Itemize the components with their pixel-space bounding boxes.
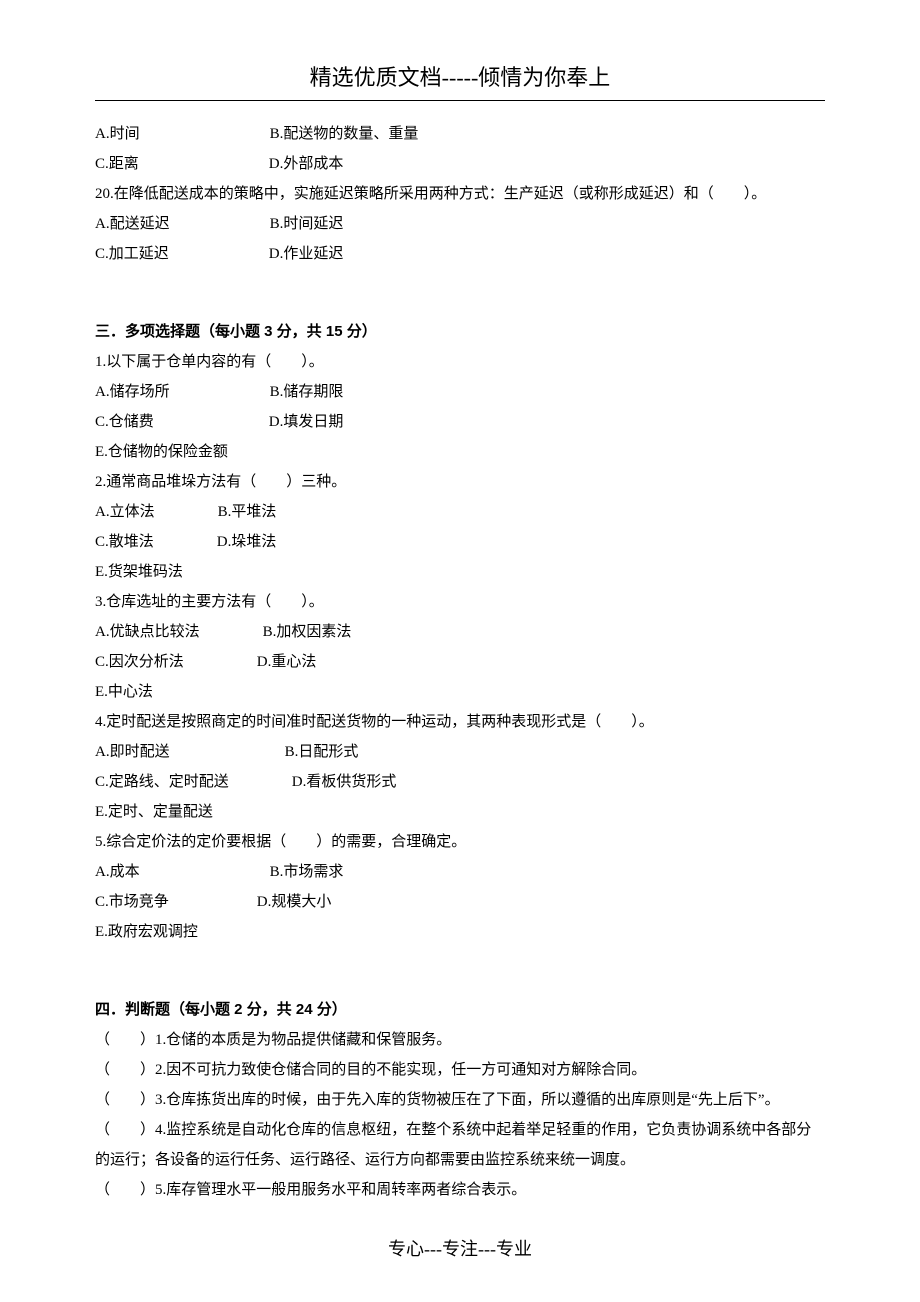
q20-opt-b: B.时间延迟: [270, 216, 344, 232]
q20-options-row1: A.配送延迟 B.时间延迟: [95, 209, 825, 239]
s3-q4-opt-e: E.定时、定量配送: [95, 797, 825, 827]
s3-q5-row1: A.成本 B.市场需求: [95, 857, 825, 887]
s3-q2-opt-d: D.垛堆法: [217, 534, 277, 550]
q20-text: 20.在降低配送成本的策略中，实施延迟策略所采用两种方式：生产延迟（或称形成延迟…: [95, 179, 825, 209]
q20-opt-c: C.加工延迟: [95, 246, 169, 262]
q19-options-row1: A.时间 B.配送物的数量、重量: [95, 119, 825, 149]
s3-q1-opt-e: E.仓储物的保险金额: [95, 437, 825, 467]
section-4-title: 四．判断题（每小题 2 分，共 24 分）: [95, 995, 825, 1025]
s3-q1-row2: C.仓储费 D.填发日期: [95, 407, 825, 437]
q19-opt-a: A.时间: [95, 126, 140, 142]
s3-q3-opt-c: C.因次分析法: [95, 654, 184, 670]
s3-q5-opt-c: C.市场竞争: [95, 894, 169, 910]
s3-q2-opt-a: A.立体法: [95, 504, 155, 520]
s4-q3: （ ）3.仓库拣货出库的时候，由于先入库的货物被压在了下面，所以遵循的出库原则是…: [95, 1085, 825, 1115]
s3-q2-opt-e: E.货架堆码法: [95, 557, 825, 587]
page-footer: 专心---专注---专业: [95, 1235, 825, 1261]
s3-q4-opt-b: B.日配形式: [285, 744, 359, 760]
s3-q1-opt-c: C.仓储费: [95, 414, 154, 430]
s3-q5-text: 5.综合定价法的定价要根据（ ）的需要，合理确定。: [95, 827, 825, 857]
q19-opt-d: D.外部成本: [269, 156, 344, 172]
s3-q2-row2: C.散堆法 D.垛堆法: [95, 527, 825, 557]
q20-opt-d: D.作业延迟: [269, 246, 344, 262]
s3-q5-opt-e: E.政府宏观调控: [95, 917, 825, 947]
s4-q5: （ ）5.库存管理水平一般用服务水平和周转率两者综合表示。: [95, 1175, 825, 1205]
s4-q2: （ ）2.因不可抗力致使仓储合同的目的不能实现，任一方可通知对方解除合同。: [95, 1055, 825, 1085]
q20-options-row2: C.加工延迟 D.作业延迟: [95, 239, 825, 269]
s4-q1: （ ）1.仓储的本质是为物品提供储藏和保管服务。: [95, 1025, 825, 1055]
s3-q1-opt-a: A.储存场所: [95, 384, 170, 400]
s3-q3-opt-d: D.重心法: [257, 654, 317, 670]
s3-q2-row1: A.立体法 B.平堆法: [95, 497, 825, 527]
section-3-title: 三．多项选择题（每小题 3 分，共 15 分）: [95, 317, 825, 347]
s3-q5-opt-a: A.成本: [95, 864, 140, 880]
s3-q2-text: 2.通常商品堆垛方法有（ ）三种。: [95, 467, 825, 497]
s3-q5-opt-b: B.市场需求: [270, 864, 344, 880]
document-content: A.时间 B.配送物的数量、重量 C.距离 D.外部成本 20.在降低配送成本的策略…: [95, 119, 825, 1205]
s3-q2-opt-b: B.平堆法: [218, 504, 277, 520]
q20-opt-a: A.配送延迟: [95, 216, 170, 232]
s3-q4-opt-a: A.即时配送: [95, 744, 170, 760]
s3-q3-opt-a: A.优缺点比较法: [95, 624, 200, 640]
s3-q5-row2: C.市场竞争 D.规模大小: [95, 887, 825, 917]
page-header: 精选优质文档-----倾情为你奉上: [95, 60, 825, 100]
s3-q4-row2: C.定路线、定时配送 D.看板供货形式: [95, 767, 825, 797]
s3-q1-opt-d: D.填发日期: [269, 414, 344, 430]
s3-q2-opt-c: C.散堆法: [95, 534, 154, 550]
q19-opt-c: C.距离: [95, 156, 139, 172]
s3-q3-opt-b: B.加权因素法: [263, 624, 352, 640]
s3-q4-opt-d: D.看板供货形式: [292, 774, 397, 790]
s4-q4: （ ）4.监控系统是自动化仓库的信息枢纽，在整个系统中起着举足轻重的作用，它负责…: [95, 1115, 825, 1175]
s3-q4-text: 4.定时配送是按照商定的时间准时配送货物的一种运动，其两种表现形式是（ ）。: [95, 707, 825, 737]
s3-q1-opt-b: B.储存期限: [270, 384, 344, 400]
s3-q3-row2: C.因次分析法 D.重心法: [95, 647, 825, 677]
s3-q5-opt-d: D.规模大小: [257, 894, 332, 910]
s3-q3-text: 3.仓库选址的主要方法有（ ）。: [95, 587, 825, 617]
s3-q4-row1: A.即时配送 B.日配形式: [95, 737, 825, 767]
q19-options-row2: C.距离 D.外部成本: [95, 149, 825, 179]
header-divider: [95, 100, 825, 101]
s3-q1-text: 1.以下属于仓单内容的有（ ）。: [95, 347, 825, 377]
s3-q4-opt-c: C.定路线、定时配送: [95, 774, 229, 790]
q19-opt-b: B.配送物的数量、重量: [270, 126, 419, 142]
s3-q3-opt-e: E.中心法: [95, 677, 825, 707]
s3-q1-row1: A.储存场所 B.储存期限: [95, 377, 825, 407]
s3-q3-row1: A.优缺点比较法 B.加权因素法: [95, 617, 825, 647]
